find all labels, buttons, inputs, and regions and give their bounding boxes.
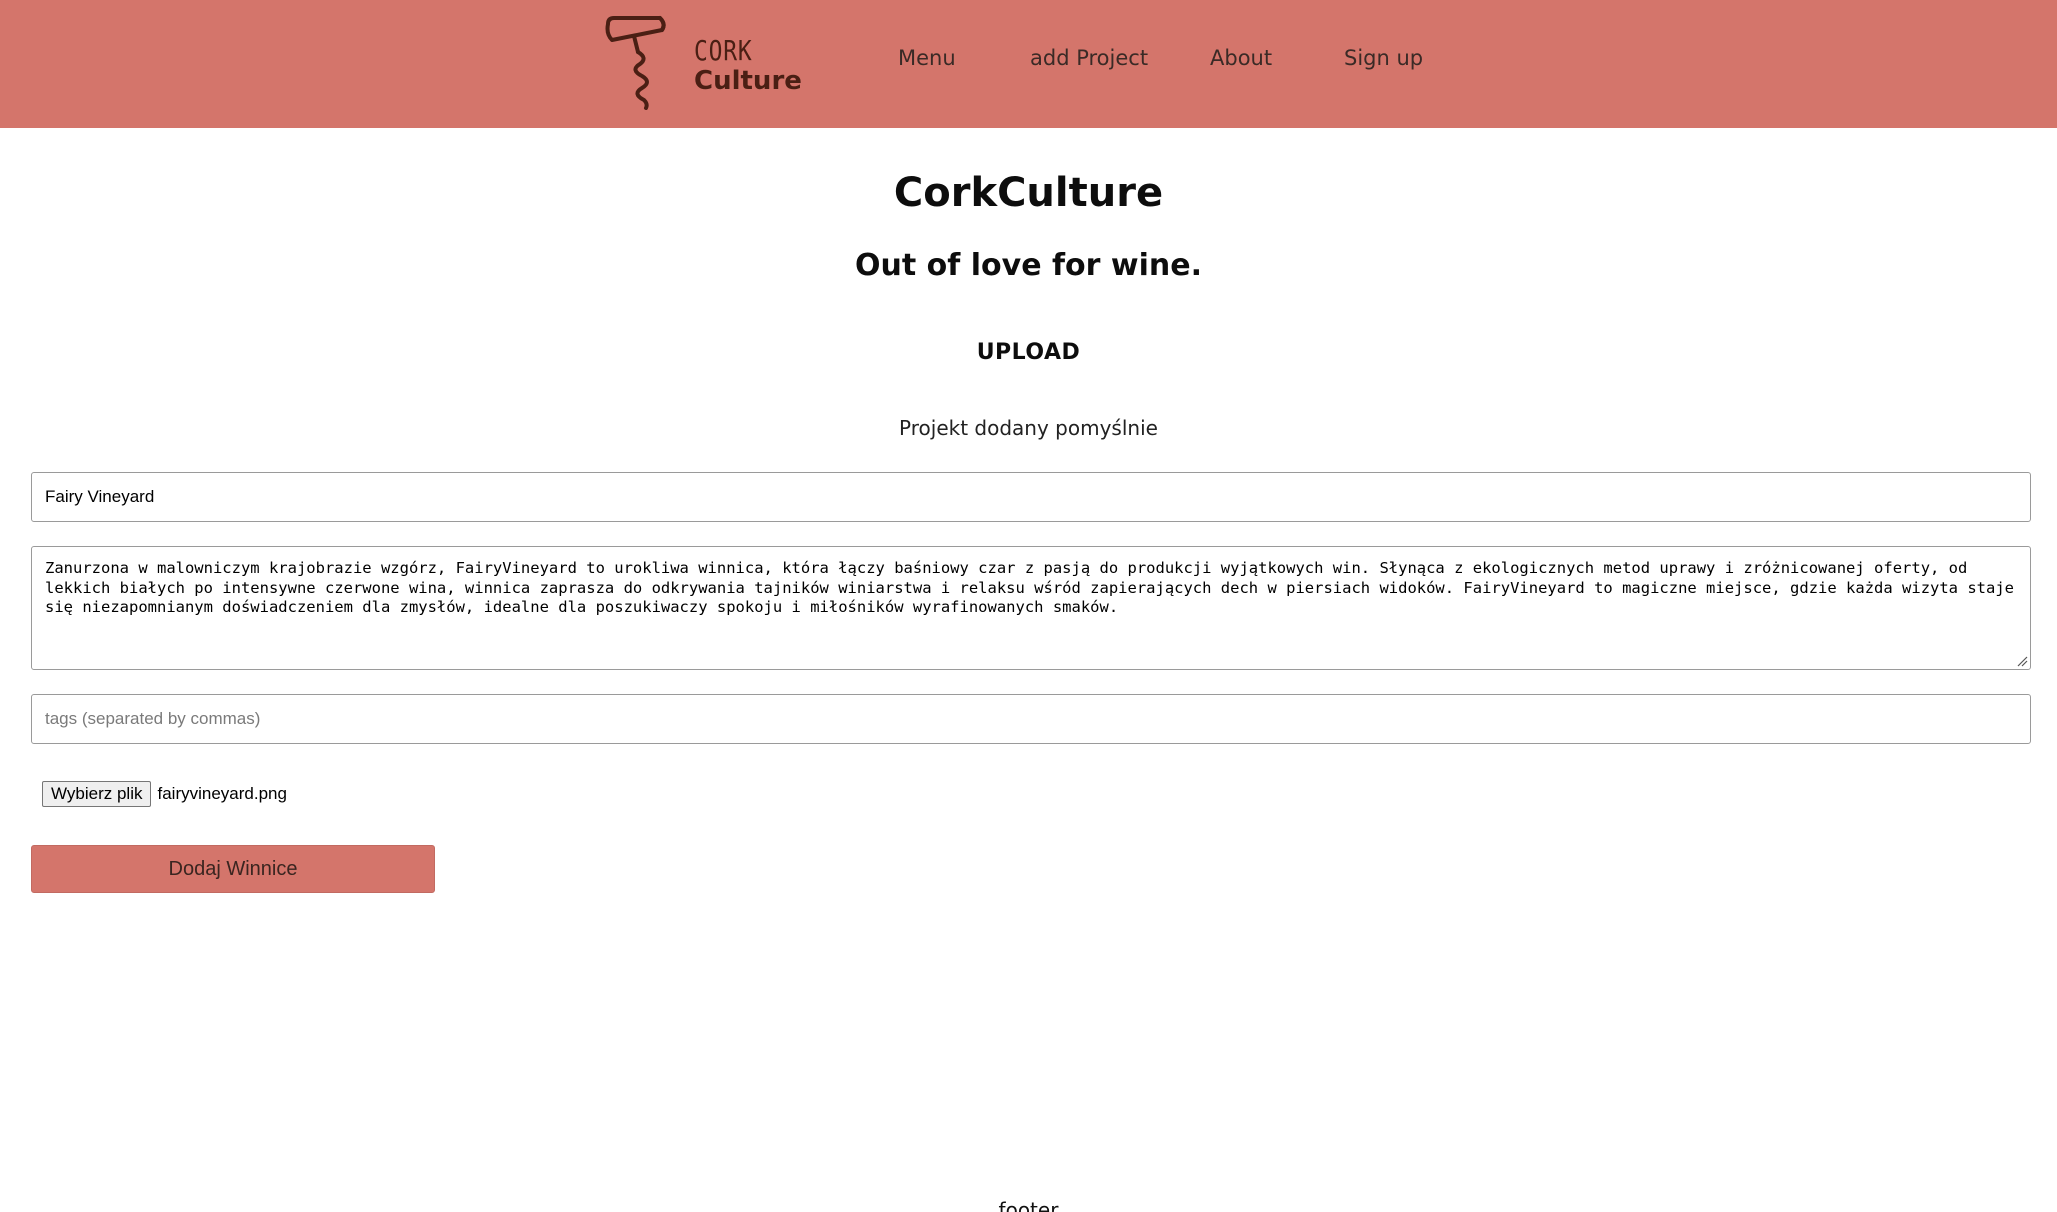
file-picker: Wybierz plik fairyvineyard.png	[42, 780, 287, 808]
success-message: Projekt dodany pomyślnie	[899, 416, 1158, 440]
upload-heading: UPLOAD	[976, 340, 1081, 365]
project-name-input[interactable]	[31, 472, 2031, 522]
nav-about[interactable]: About	[1210, 46, 1272, 70]
corkscrew-icon	[605, 16, 666, 110]
logo[interactable]: CORK Culture	[604, 12, 802, 112]
choose-file-button[interactable]: Wybierz plik	[42, 781, 152, 807]
page-title: CorkCulture	[893, 170, 1164, 216]
tags-input[interactable]	[31, 694, 2031, 744]
nav-menu[interactable]: Menu	[898, 46, 956, 70]
top-navbar: CORK Culture Menu add Project About Sign…	[0, 0, 2057, 128]
add-vineyard-button[interactable]: Dodaj Winnice	[31, 845, 435, 893]
resize-grip-icon[interactable]	[2016, 655, 2028, 667]
nav-sign-up[interactable]: Sign up	[1344, 46, 1423, 70]
page-subtitle: Out of love for wine.	[855, 248, 1202, 283]
logo-text-culture: Culture	[694, 66, 802, 96]
footer: footer	[998, 1198, 1059, 1212]
selected-file-name: fairyvineyard.png	[157, 784, 287, 803]
project-description-textarea[interactable]: Zanurzona w malowniczym krajobrazie wzgó…	[31, 546, 2031, 670]
nav-add-project[interactable]: add Project	[1030, 46, 1148, 70]
logo-text-cork: CORK	[694, 34, 753, 67]
page: CORK Culture Menu add Project About Sign…	[0, 0, 2057, 1212]
